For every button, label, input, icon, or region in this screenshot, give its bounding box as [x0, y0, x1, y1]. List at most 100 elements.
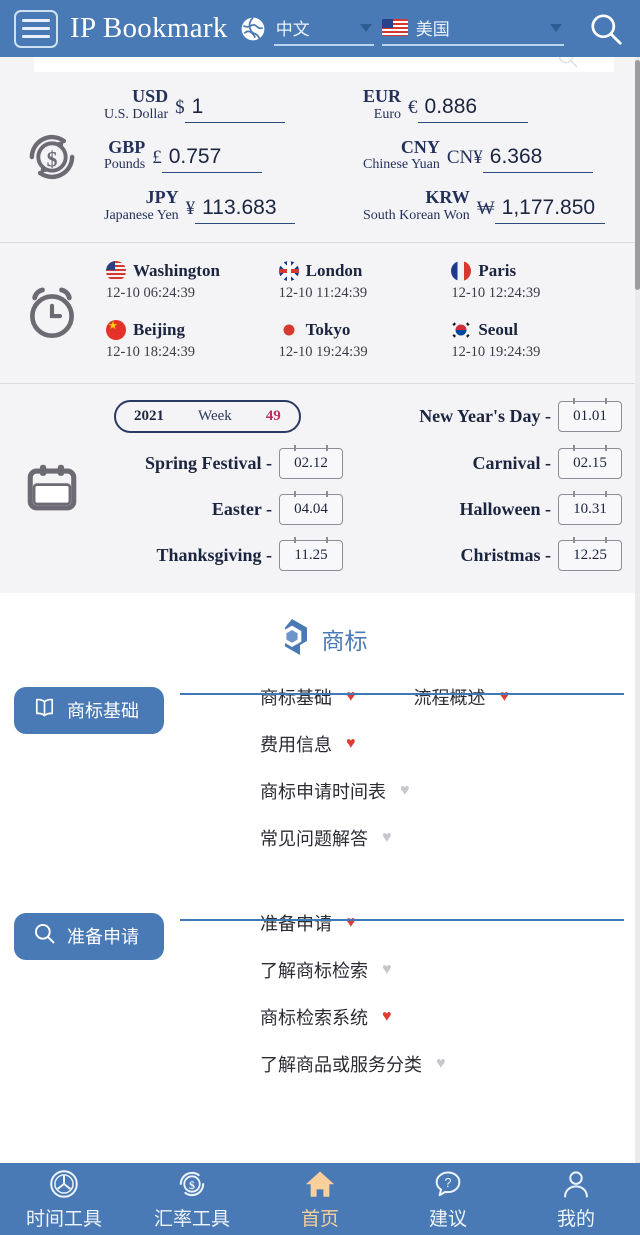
favorite-heart-icon[interactable]: ♥: [436, 1055, 446, 1072]
trademark-link-list: 准备申请 ♥ 了解商标检索 ♥ 商标检索系统 ♥ 了解商品或服务分类 ♥: [164, 908, 640, 1098]
holiday-thanksgiving[interactable]: Thanksgiving - 11.25: [104, 536, 363, 571]
tm-link-row: 了解商标检索 ♥: [260, 957, 640, 983]
group-rule: [180, 692, 624, 695]
nav-item-home[interactable]: 首页: [256, 1163, 384, 1235]
holiday-halloween[interactable]: Halloween - 10.31: [363, 490, 622, 525]
city-paris[interactable]: Paris 12-10 12:24:39: [449, 260, 622, 302]
favorite-heart-icon[interactable]: ♥: [400, 782, 410, 799]
currency-name: Chinese Yuan: [363, 157, 440, 173]
currency-input-cny[interactable]: 6.368: [482, 145, 593, 174]
city-time: 12-10 11:24:39: [278, 284, 368, 301]
app-root: IP Bookmark 中文 美国 $ USD U.S. Dollar $ 1 …: [0, 0, 640, 1235]
tm-link-goods-classification[interactable]: 了解商品或服务分类 ♥: [260, 1051, 446, 1077]
currency-cell-gbp[interactable]: GBP Pounds £ 0.757: [104, 136, 363, 174]
nav-item-profile[interactable]: 我的: [512, 1163, 640, 1235]
scrollbar-thumb[interactable]: [635, 60, 640, 290]
city-seoul[interactable]: Seoul 12-10 19:24:39: [449, 319, 622, 361]
hamburger-icon[interactable]: [14, 9, 58, 48]
currency-cell-usd[interactable]: USD U.S. Dollar $ 1: [104, 87, 363, 123]
currency-cell-eur[interactable]: EUR Euro € 0.886: [363, 87, 622, 123]
currency-cell-jpy[interactable]: JPY Japanese Yen ¥ 113.683: [104, 188, 363, 224]
trademark-group-prepare: 准备申请 准备申请 ♥ 了解商标检索 ♥ 商标检索系统 ♥ 了解商品或服务分类 …: [0, 908, 640, 1112]
app-header: IP Bookmark 中文 美国: [0, 0, 640, 57]
holiday-label: Christmas -: [460, 544, 552, 565]
tm-link-process-overview[interactable]: 流程概述 ♥: [414, 684, 510, 710]
tm-link-label: 了解商品或服务分类: [260, 1054, 422, 1075]
holiday-easter[interactable]: Easter - 04.04: [104, 490, 363, 525]
city-washington[interactable]: Washington 12-10 06:24:39: [104, 260, 277, 302]
city-london[interactable]: London 12-10 11:24:39: [277, 260, 450, 302]
holiday-christmas[interactable]: Christmas - 12.25: [363, 536, 622, 571]
language-select[interactable]: 中文: [273, 12, 374, 46]
tm-link-fee-info[interactable]: 费用信息 ♥: [260, 731, 356, 757]
city-name: Washington: [133, 260, 220, 280]
currency-input-jpy[interactable]: 113.683: [195, 196, 296, 224]
currency-code: KRW: [425, 187, 470, 208]
tm-link-search-system[interactable]: 商标检索系统 ♥: [260, 1004, 392, 1030]
home-icon: [303, 1167, 337, 1201]
flag-uk-icon: [278, 260, 299, 281]
profile-icon: [560, 1167, 592, 1201]
week-pill[interactable]: 2021 Week 49: [114, 399, 301, 433]
search-icon: [32, 921, 57, 951]
favorite-heart-icon[interactable]: ♥: [382, 1008, 392, 1025]
holiday-date: 11.25: [279, 536, 343, 571]
city-grid: Washington 12-10 06:24:39 London 12-10 1…: [104, 243, 622, 383]
currency-symbol: ¥: [185, 197, 196, 219]
currency-exchange-icon: $: [0, 73, 104, 242]
nav-item-currency-tools[interactable]: $ 汇率工具: [128, 1163, 256, 1235]
currency-code: CNY: [400, 136, 440, 157]
currency-input-gbp[interactable]: 0.757: [161, 145, 262, 174]
nav-label: 我的: [556, 1209, 595, 1230]
currency-cell-krw[interactable]: KRW South Korean Won ₩ 1,177.850: [363, 188, 622, 224]
currency-panel: $ USD U.S. Dollar $ 1 EUR Euro € 0.886 G…: [0, 73, 640, 242]
favorite-heart-icon[interactable]: ♥: [382, 961, 392, 978]
tm-link-label: 商标基础: [260, 687, 332, 708]
tm-link-label: 商标检索系统: [260, 1007, 368, 1028]
currency-name: Euro: [373, 106, 402, 122]
holiday-date: 01.01: [558, 397, 622, 432]
svg-text:$: $: [189, 1178, 195, 1192]
holiday-date: 02.12: [279, 444, 343, 479]
tm-link-faq[interactable]: 常见问题解答 ♥: [260, 825, 392, 851]
tm-link-prepare-application[interactable]: 准备申请 ♥: [260, 910, 356, 936]
holiday-label: Carnival -: [472, 452, 552, 473]
trademark-group-basics: 商标基础 商标基础 ♥ 流程概述 ♥ 费用信息 ♥ 商标申请时间表 ♥ 常见问题…: [0, 682, 640, 886]
holiday-spring-festival[interactable]: Spring Festival - 02.12: [104, 444, 363, 479]
currency-input-eur[interactable]: 0.886: [417, 95, 528, 123]
currency-rows: USD U.S. Dollar $ 1 EUR Euro € 0.886 GBP…: [104, 73, 622, 242]
favorite-heart-icon[interactable]: ♥: [382, 829, 392, 846]
tm-link-learn-search[interactable]: 了解商标检索 ♥: [260, 957, 392, 983]
tm-link-row: 商标申请时间表 ♥: [260, 778, 640, 804]
book-icon: [32, 695, 57, 725]
tm-link-trademark-basics[interactable]: 商标基础 ♥: [260, 684, 356, 710]
week-number: 49: [265, 407, 281, 424]
currency-symbol: £: [152, 147, 162, 169]
city-tokyo[interactable]: Tokyo 12-10 19:24:39: [277, 319, 450, 361]
currency-code: GBP: [108, 136, 146, 157]
favorite-heart-icon[interactable]: ♥: [500, 688, 510, 705]
search-icon[interactable]: [586, 9, 626, 49]
nav-item-time-tools[interactable]: 时间工具: [0, 1163, 128, 1235]
currency-input-krw[interactable]: 1,177.850: [494, 196, 605, 224]
flag-us-icon: [106, 260, 126, 281]
holiday-new-years-day[interactable]: New Year's Day - 01.01: [363, 397, 622, 433]
tm-link-application-timeline[interactable]: 商标申请时间表 ♥: [260, 778, 410, 804]
country-select[interactable]: 美国: [381, 12, 564, 46]
favorite-heart-icon[interactable]: ♥: [346, 914, 356, 931]
favorite-heart-icon[interactable]: ♥: [346, 688, 356, 705]
nav-item-feedback[interactable]: ? 建议: [384, 1163, 512, 1235]
currency-cell-cny[interactable]: CNY Chinese Yuan CN¥ 6.368: [363, 136, 622, 174]
holiday-carnival[interactable]: Carnival - 02.15: [363, 444, 622, 479]
currency-input-usd[interactable]: 1: [184, 95, 285, 123]
clock-tool-icon: [48, 1167, 80, 1201]
flag-jp-icon: [278, 319, 299, 340]
group-badge-basics[interactable]: 商标基础: [14, 686, 164, 734]
currency-symbol: $: [175, 96, 185, 118]
holiday-label: New Year's Day -: [419, 405, 551, 426]
favorite-heart-icon[interactable]: ♥: [346, 735, 356, 752]
tm-link-label: 常见问题解答: [260, 828, 368, 849]
city-beijing[interactable]: Beijing 12-10 18:24:39: [104, 319, 277, 361]
globe-icon: [240, 16, 266, 42]
group-badge-prepare[interactable]: 准备申请: [14, 912, 164, 960]
